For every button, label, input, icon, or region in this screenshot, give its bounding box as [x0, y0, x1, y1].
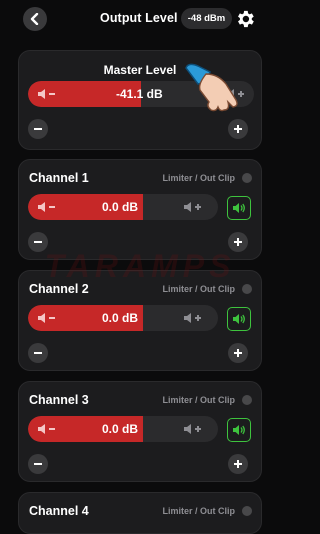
mute-toggle-button[interactable]	[227, 307, 251, 331]
speaker-plus-icon	[184, 313, 201, 323]
channel-name: Channel 1	[29, 171, 89, 185]
channel-name: Channel 3	[29, 393, 89, 407]
speaker-on-icon	[233, 425, 245, 435]
chevron-left-icon	[30, 13, 39, 25]
limiter-indicator	[242, 284, 252, 294]
dbm-readout: -48 dBm	[181, 8, 232, 29]
mute-toggle-button[interactable]	[227, 196, 251, 220]
master-level-value: -41.1 dB	[116, 87, 163, 101]
top-bar: Output Level -48 dBm	[0, 0, 263, 40]
channel-card: Channel 4 Limiter / Out Clip	[18, 492, 262, 534]
plus-icon	[234, 238, 242, 246]
channel-level-value: 0.0 dB	[102, 200, 139, 214]
master-decrease-button[interactable]	[28, 119, 48, 139]
channel-card: Channel 1 Limiter / Out Clip 0.0 dB	[18, 159, 262, 260]
channel-increase-button[interactable]	[228, 454, 248, 474]
speaker-minus-icon	[38, 313, 55, 323]
speaker-minus-icon	[38, 424, 55, 434]
channel-decrease-button[interactable]	[28, 343, 48, 363]
speaker-on-icon	[233, 203, 245, 213]
channel-name: Channel 2	[29, 282, 89, 296]
speaker-minus-icon	[38, 202, 55, 212]
limiter-label: Limiter / Out Clip	[162, 284, 235, 294]
speaker-plus-icon	[184, 424, 201, 434]
channel-level-slider[interactable]: 0.0 dB	[28, 305, 218, 331]
speaker-plus-icon	[184, 202, 201, 212]
back-button[interactable]	[23, 7, 47, 31]
minus-icon	[34, 352, 42, 354]
channel-level-value: 0.0 dB	[102, 422, 139, 436]
channel-increase-button[interactable]	[228, 343, 248, 363]
limiter-label: Limiter / Out Clip	[162, 506, 235, 516]
channel-increase-button[interactable]	[228, 232, 248, 252]
channel-level-slider[interactable]: 0.0 dB	[28, 416, 218, 442]
plus-icon	[234, 460, 242, 468]
channel-card: Channel 2 Limiter / Out Clip 0.0 dB	[18, 270, 262, 371]
limiter-label: Limiter / Out Clip	[162, 395, 235, 405]
minus-icon	[34, 241, 42, 243]
limiter-indicator	[242, 395, 252, 405]
limiter-indicator	[242, 506, 252, 516]
mute-toggle-button[interactable]	[227, 418, 251, 442]
channel-decrease-button[interactable]	[28, 232, 48, 252]
pointing-hand-icon	[185, 63, 238, 112]
channel-decrease-button[interactable]	[28, 454, 48, 474]
channel-name: Channel 4	[29, 504, 89, 518]
limiter-label: Limiter / Out Clip	[162, 173, 235, 183]
speaker-minus-icon	[38, 89, 55, 99]
plus-icon	[234, 125, 242, 133]
master-increase-button[interactable]	[228, 119, 248, 139]
limiter-indicator	[242, 173, 252, 183]
minus-icon	[34, 463, 42, 465]
speaker-on-icon	[233, 314, 245, 324]
channel-card: Channel 3 Limiter / Out Clip 0.0 dB	[18, 381, 262, 482]
channel-level-slider[interactable]: 0.0 dB	[28, 194, 218, 220]
minus-icon	[34, 128, 42, 130]
channel-level-value: 0.0 dB	[102, 311, 139, 325]
page-title: Output Level	[100, 11, 178, 25]
plus-icon	[234, 349, 242, 357]
gear-icon[interactable]	[234, 8, 256, 30]
